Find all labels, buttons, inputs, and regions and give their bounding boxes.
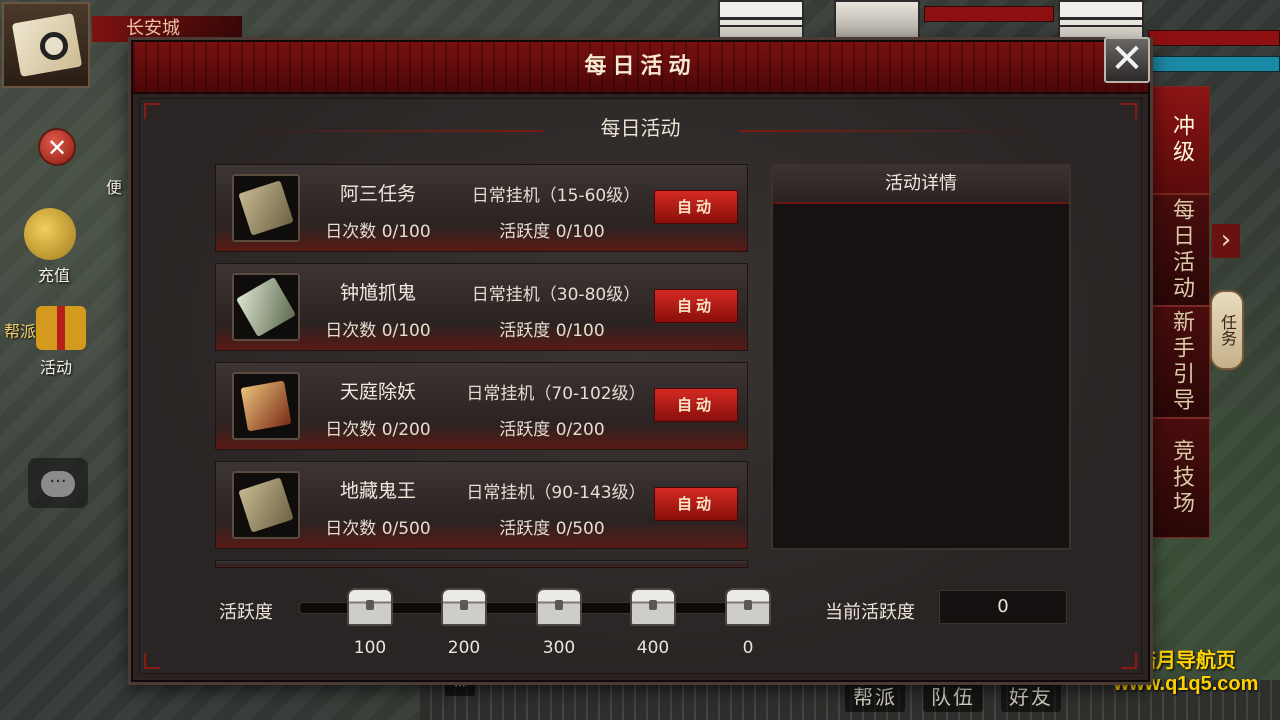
dialog-title-bar: 每日活动: [133, 42, 1148, 94]
activity-count: 日次数 0/500: [325, 519, 431, 539]
pet-portrait-bear[interactable]: [834, 0, 920, 42]
reward-threshold: 300: [542, 638, 576, 658]
activity-row-partial: [215, 560, 748, 568]
activity-row: 阿三任务 日次数 0/100 日常挂机（15-60级） 活跃度 0/100 自动: [215, 164, 748, 252]
activity-activeness: 活跃度 0/500: [499, 519, 605, 539]
player-hp-bar: [1148, 30, 1280, 46]
corner-ornament: [1121, 653, 1137, 669]
city-name: 长安城: [92, 16, 242, 42]
recharge-label: 充值: [38, 266, 71, 285]
dialog-title: 每日活动: [584, 54, 697, 79]
activity-name: 地藏鬼王: [339, 480, 416, 502]
auto-button[interactable]: 自动: [654, 289, 738, 323]
activity-name: 天庭除妖: [339, 381, 416, 403]
bamboo-scroll-icon: [238, 180, 294, 236]
corner-ornament: [144, 653, 160, 669]
activity-type: 日常挂机（90-143级）: [466, 483, 646, 503]
activity-icon-scroll: [232, 273, 300, 341]
auto-button[interactable]: 自动: [654, 487, 738, 521]
activity-row: 天庭除妖 日次数 0/200 日常挂机（70-102级） 活跃度 0/200 自…: [215, 362, 748, 450]
bottom-menu-guild[interactable]: 帮派: [845, 679, 905, 712]
activity-icon-scroll: [232, 174, 300, 242]
activity-count: 日次数 0/100: [325, 321, 431, 341]
reward-chest-icon[interactable]: [725, 588, 771, 626]
chevron-right-icon[interactable]: ›: [1212, 224, 1240, 258]
guild-label: 帮派: [4, 322, 37, 341]
activity-name: 阿三任务: [339, 183, 416, 205]
pet-portrait-tiger[interactable]: [718, 0, 804, 42]
activity-label: 活动: [40, 358, 73, 377]
right-tabs: 冲级 每日活动 新手引导 竞技场: [1152, 86, 1212, 538]
chat-button[interactable]: ···: [28, 458, 88, 508]
tab-daily-activity[interactable]: 每日活动: [1152, 194, 1210, 306]
reward-chest-icon[interactable]: [536, 588, 582, 626]
reward-threshold: 200: [447, 638, 481, 658]
activity-type: 日常挂机（70-102级）: [466, 384, 646, 404]
tab-beginner-guide[interactable]: 新手引导: [1152, 306, 1210, 418]
side-label-convenience: 便: [106, 178, 123, 197]
activity-row: 地藏鬼王 日次数 0/500 日常挂机（90-143级） 活跃度 0/500 自…: [215, 461, 748, 549]
coins-icon[interactable]: [24, 208, 76, 260]
reward-threshold: 400: [636, 638, 670, 658]
reward-threshold: 100: [353, 638, 387, 658]
current-activeness-value: 0: [939, 590, 1067, 624]
more-dots-icon[interactable]: ···: [445, 680, 475, 696]
pet-hp-bar: [924, 6, 1054, 22]
chat-bubble-icon: ···: [41, 471, 75, 497]
activity-activeness: 活跃度 0/100: [499, 222, 605, 242]
activity-activeness: 活跃度 0/100: [499, 321, 605, 341]
activity-type: 日常挂机（15-60级）: [471, 186, 641, 206]
activity-icon-scroll: [232, 471, 300, 539]
activity-row: 钟馗抓鬼 日次数 0/100 日常挂机（30-80级） 活跃度 0/100 自动: [215, 263, 748, 351]
activeness-label: 活跃度: [219, 602, 273, 623]
auto-button[interactable]: 自动: [654, 388, 738, 422]
tab-level-up[interactable]: 冲级: [1152, 86, 1210, 194]
bottom-menu: 帮派 队伍 好友: [845, 679, 1061, 712]
daily-activity-dialog: 每日活动 每日活动 阿三任务 日次数 0/100 日常挂机（15-60级） 活跃…: [131, 40, 1150, 682]
reward-chest-icon[interactable]: [441, 588, 487, 626]
task-lantern[interactable]: 任务: [1210, 290, 1244, 370]
activity-icon-scroll: [232, 372, 300, 440]
activity-name: 钟馗抓鬼: [339, 282, 416, 304]
player-mp-bar: [1148, 56, 1280, 72]
bundle-scroll-icon: [238, 477, 294, 533]
close-dialog-button[interactable]: ✕: [1104, 37, 1150, 83]
detail-title: 活动详情: [773, 166, 1069, 204]
dialog-subtitle: 每日活动: [600, 116, 681, 140]
bottom-menu-friends[interactable]: 好友: [1001, 679, 1061, 712]
activity-count: 日次数 0/100: [325, 222, 431, 242]
tied-scroll-icon: [235, 276, 297, 338]
gift-icon[interactable]: [36, 306, 86, 350]
activity-count: 日次数 0/200: [325, 420, 431, 440]
reward-chest-icon[interactable]: [630, 588, 676, 626]
minimap-button[interactable]: [2, 2, 90, 88]
glowing-scroll-icon: [240, 380, 292, 432]
close-circle-icon[interactable]: ✕: [38, 128, 76, 166]
activity-detail-panel: 活动详情: [771, 164, 1071, 550]
reward-chest-icon[interactable]: [347, 588, 393, 626]
bottom-menu-team[interactable]: 队伍: [923, 679, 983, 712]
activity-type: 日常挂机（30-80级）: [471, 285, 641, 305]
auto-button[interactable]: 自动: [654, 190, 738, 224]
reward-threshold: 0: [742, 638, 754, 658]
magnifier-icon: [40, 32, 68, 60]
tab-arena[interactable]: 竞技场: [1152, 418, 1210, 538]
current-activeness-label: 当前活跃度: [825, 602, 915, 623]
activity-activeness: 活跃度 0/200: [499, 420, 605, 440]
